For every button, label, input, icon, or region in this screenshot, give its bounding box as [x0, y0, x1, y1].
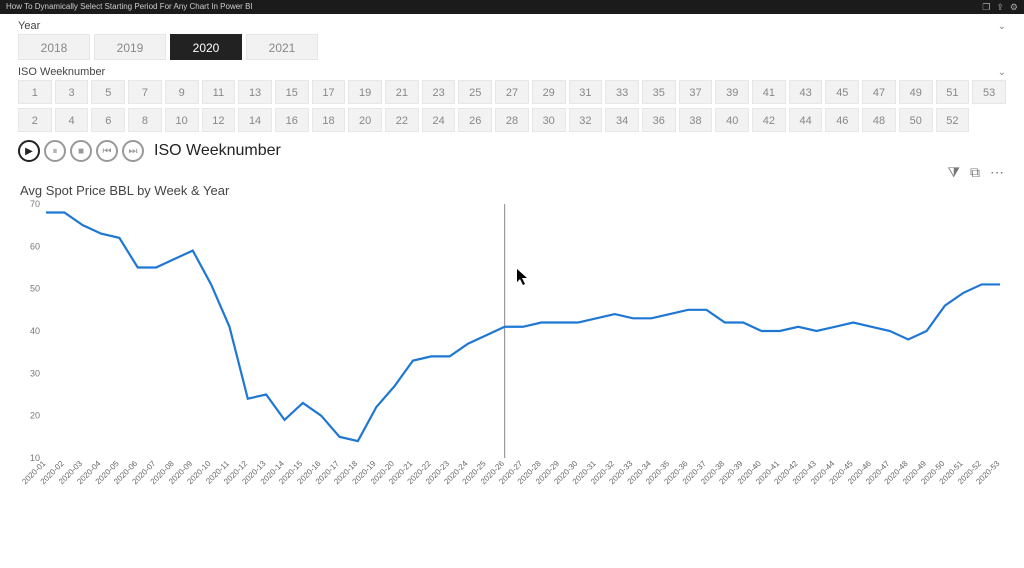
year-option-2020[interactable]: 2020: [170, 34, 242, 60]
week-option-36[interactable]: 36: [642, 108, 676, 132]
week-option-37[interactable]: 37: [679, 80, 713, 104]
pause-icon[interactable]: ⏸: [44, 140, 66, 162]
video-title: How To Dynamically Select Starting Perio…: [6, 0, 253, 14]
week-slicer: 1357911131517192123252729313335373941434…: [18, 80, 1006, 132]
week-option-35[interactable]: 35: [642, 80, 676, 104]
week-option-25[interactable]: 25: [458, 80, 492, 104]
year-option-2018[interactable]: 2018: [18, 34, 90, 60]
week-option-29[interactable]: 29: [532, 80, 566, 104]
week-option-27[interactable]: 27: [495, 80, 529, 104]
week-option-13[interactable]: 13: [238, 80, 272, 104]
svg-text:30: 30: [30, 368, 40, 378]
chart-toolbar: ⧩ ⧉ ⋯: [18, 164, 1006, 181]
week-option-44[interactable]: 44: [789, 108, 823, 132]
week-option-48[interactable]: 48: [862, 108, 896, 132]
svg-text:70: 70: [30, 199, 40, 209]
year-slicer: 2018201920202021: [18, 34, 1006, 60]
year-option-2021[interactable]: 2021: [246, 34, 318, 60]
week-option-23[interactable]: 23: [422, 80, 456, 104]
week-option-47[interactable]: 47: [862, 80, 896, 104]
chart-area: 102030405060702020-012020-022020-032020-…: [18, 198, 1006, 514]
week-option-40[interactable]: 40: [715, 108, 749, 132]
week-option-46[interactable]: 46: [825, 108, 859, 132]
week-option-8[interactable]: 8: [128, 108, 162, 132]
week-option-51[interactable]: 51: [936, 80, 970, 104]
week-option-10[interactable]: 10: [165, 108, 199, 132]
play-icon[interactable]: ▶: [18, 140, 40, 162]
week-option-31[interactable]: 31: [569, 80, 603, 104]
week-option-43[interactable]: 43: [789, 80, 823, 104]
week-option-7[interactable]: 7: [128, 80, 162, 104]
week-option-16[interactable]: 16: [275, 108, 309, 132]
week-option-14[interactable]: 14: [238, 108, 272, 132]
week-option-53[interactable]: 53: [972, 80, 1006, 104]
week-option-18[interactable]: 18: [312, 108, 346, 132]
week-option-4[interactable]: 4: [55, 108, 89, 132]
year-slicer-header: Year ⌄: [18, 20, 1006, 32]
chevron-down-icon[interactable]: ⌄: [998, 67, 1006, 78]
week-option-17[interactable]: 17: [312, 80, 346, 104]
topbar-icon-1[interactable]: ❐: [982, 0, 990, 14]
week-option-50[interactable]: 50: [899, 108, 933, 132]
week-option-34[interactable]: 34: [605, 108, 639, 132]
svg-text:50: 50: [30, 284, 40, 294]
week-option-24[interactable]: 24: [422, 108, 456, 132]
week-option-52[interactable]: 52: [936, 108, 970, 132]
week-option-42[interactable]: 42: [752, 108, 786, 132]
video-title-bar: How To Dynamically Select Starting Perio…: [0, 0, 1024, 14]
more-options-icon[interactable]: ⋯: [990, 164, 1004, 181]
week-option-1[interactable]: 1: [18, 80, 52, 104]
focus-mode-icon[interactable]: ⧉: [970, 164, 980, 181]
week-option-39[interactable]: 39: [715, 80, 749, 104]
play-axis-label: ISO Weeknumber: [154, 142, 281, 160]
week-option-41[interactable]: 41: [752, 80, 786, 104]
week-option-3[interactable]: 3: [55, 80, 89, 104]
week-option-2[interactable]: 2: [18, 108, 52, 132]
week-option-28[interactable]: 28: [495, 108, 529, 132]
week-option-21[interactable]: 21: [385, 80, 419, 104]
next-icon[interactable]: ⏭: [122, 140, 144, 162]
week-option-6[interactable]: 6: [91, 108, 125, 132]
svg-text:20: 20: [30, 411, 40, 421]
week-option-5[interactable]: 5: [91, 80, 125, 104]
week-option-45[interactable]: 45: [825, 80, 859, 104]
week-option-11[interactable]: 11: [202, 80, 236, 104]
week-option-9[interactable]: 9: [165, 80, 199, 104]
week-option-33[interactable]: 33: [605, 80, 639, 104]
topbar-icons: ❐ ⇪ ⚙: [982, 0, 1018, 14]
svg-text:60: 60: [30, 241, 40, 251]
topbar-icon-2[interactable]: ⇪: [996, 0, 1004, 14]
week-option-49[interactable]: 49: [899, 80, 933, 104]
stop-icon[interactable]: ■: [70, 140, 92, 162]
week-option-32[interactable]: 32: [569, 108, 603, 132]
week-option-12[interactable]: 12: [202, 108, 236, 132]
week-option-38[interactable]: 38: [679, 108, 713, 132]
week-slicer-header: ISO Weeknumber ⌄: [18, 66, 1006, 78]
week-option-22[interactable]: 22: [385, 108, 419, 132]
line-chart: 102030405060702020-012020-022020-032020-…: [18, 198, 1006, 514]
svg-text:40: 40: [30, 326, 40, 336]
week-option-19[interactable]: 19: [348, 80, 382, 104]
week-option-15[interactable]: 15: [275, 80, 309, 104]
chevron-down-icon[interactable]: ⌄: [998, 21, 1006, 32]
year-slicer-label: Year: [18, 20, 40, 32]
play-axis: ▶⏸■⏮⏭ ISO Weeknumber: [18, 140, 1006, 162]
week-option-20[interactable]: 20: [348, 108, 382, 132]
prev-icon[interactable]: ⏮: [96, 140, 118, 162]
week-option-26[interactable]: 26: [458, 108, 492, 132]
week-option-30[interactable]: 30: [532, 108, 566, 132]
topbar-icon-3[interactable]: ⚙: [1010, 0, 1018, 14]
year-option-2019[interactable]: 2019: [94, 34, 166, 60]
week-slicer-label: ISO Weeknumber: [18, 66, 105, 78]
chart-title: Avg Spot Price BBL by Week & Year: [20, 183, 1006, 198]
filter-icon[interactable]: ⧩: [948, 164, 961, 181]
